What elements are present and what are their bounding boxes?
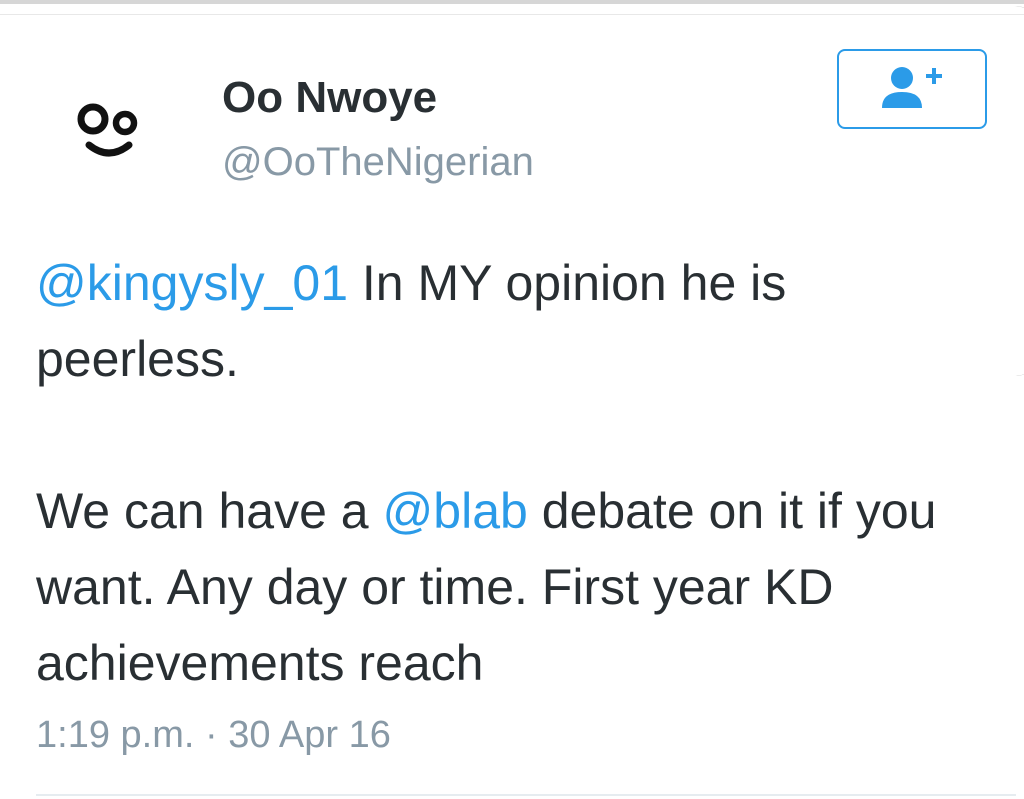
tweet-paragraph-2: We can have a @blab debate on it if you … [36,473,996,701]
user-handle[interactable]: @OoTheNigerian [222,138,534,186]
tweet-text-segment: We can have a [36,483,383,539]
tweet-paragraph-1: @kingysly_01 In MY opinion he is peerles… [36,245,996,397]
tweet-timestamp[interactable]: 1:19 p.m. · 30 Apr 16 [36,712,391,758]
follow-button[interactable] [837,49,987,129]
mention-link[interactable]: @kingysly_01 [36,255,348,311]
smiley-oo-logo-icon [77,103,138,157]
follow-user-plus-icon [882,67,942,108]
tweet-card: Oo Nwoye @OoTheNigerian @kingysly_01 In … [0,0,1024,799]
mention-link[interactable]: @blab [383,483,528,539]
bottom-divider [36,794,1016,796]
display-name[interactable]: Oo Nwoye [222,72,437,124]
avatar[interactable] [62,76,162,176]
tweet-text: @kingysly_01 In MY opinion he is peerles… [36,245,996,701]
